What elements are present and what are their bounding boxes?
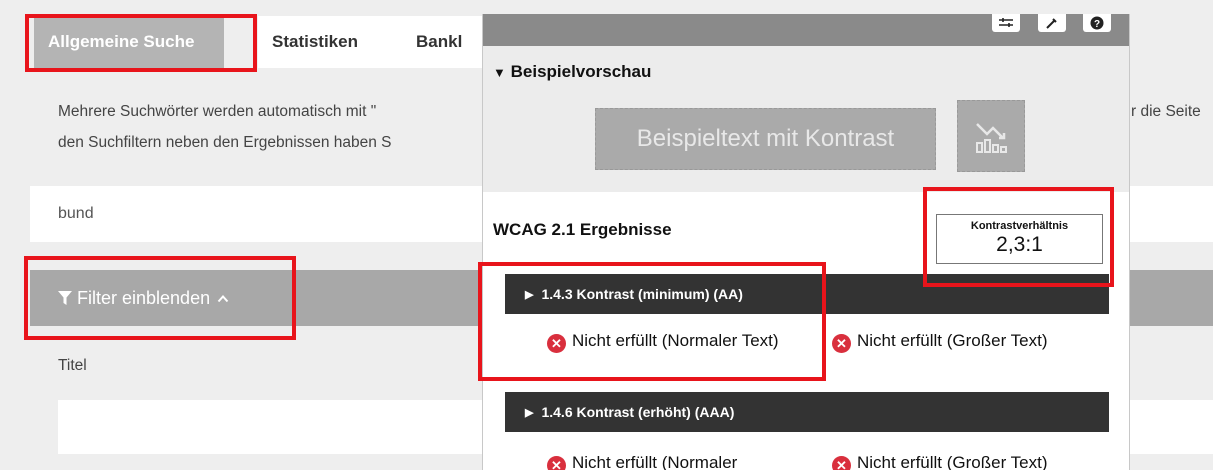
title-field-label: Titel — [58, 357, 87, 374]
sliders-icon[interactable] — [992, 14, 1020, 32]
help-icon[interactable]: ? — [1083, 14, 1111, 32]
criterion-1-4-6-label: 1.4.6 Kontrast (erhöht) (AAA) — [541, 404, 735, 420]
triangle-down-icon: ▼ — [493, 65, 506, 80]
search-value: bund — [58, 205, 94, 222]
sample-text-box: Beispieltext mit Kontrast — [595, 108, 936, 170]
preview-heading[interactable]: ▼ Beispielvorschau — [493, 62, 651, 82]
highlight-box-filter — [24, 256, 296, 340]
criterion-1-4-3-large-text: Nicht erfüllt (Großer Text) — [857, 331, 1048, 350]
search-help-line-1: Mehrere Suchwörter werden automatisch mi… — [58, 103, 377, 120]
search-help-text-right: r die Seite — [1131, 103, 1201, 120]
criterion-1-4-6-large-text: Nicht erfüllt (Großer Text) — [857, 453, 1048, 470]
criterion-1-4-6-large-result: ✕ Nicht erfüllt (Großer Text) — [832, 454, 1122, 470]
triangle-right-icon: ▶ — [525, 406, 534, 419]
search-help-text: Mehrere Suchwörter werden automatisch mi… — [58, 96, 392, 158]
search-help-line-2: den Suchfiltern neben den Ergebnissen ha… — [58, 134, 392, 151]
fail-icon: ✕ — [832, 334, 851, 353]
chart-decline-icon — [957, 100, 1025, 172]
tab-statistiken[interactable]: Statistiken — [258, 16, 402, 68]
eyedropper-icon[interactable] — [1038, 14, 1066, 32]
criterion-1-4-3-large-result: ✕ Nicht erfüllt (Großer Text) — [832, 332, 1122, 353]
fail-icon: ✕ — [832, 456, 851, 470]
highlight-box-ratio — [923, 187, 1114, 287]
fail-icon: ✕ — [547, 456, 566, 470]
criterion-1-4-6-header[interactable]: ▶ 1.4.6 Kontrast (erhöht) (AAA) — [505, 392, 1109, 432]
panel-toolbar: ? — [483, 14, 1129, 46]
wcag-results-heading: WCAG 2.1 Ergebnisse — [493, 220, 672, 239]
highlight-box-tab — [25, 14, 257, 72]
preview-heading-label: Beispielvorschau — [510, 62, 652, 81]
svg-text:?: ? — [1094, 19, 1100, 30]
criterion-1-4-6-normal-text: Nicht erfüllt (Normaler — [572, 453, 738, 470]
criterion-1-4-6-normal-result: ✕ Nicht erfüllt (Normaler — [547, 454, 817, 470]
highlight-box-criterion — [478, 262, 826, 381]
